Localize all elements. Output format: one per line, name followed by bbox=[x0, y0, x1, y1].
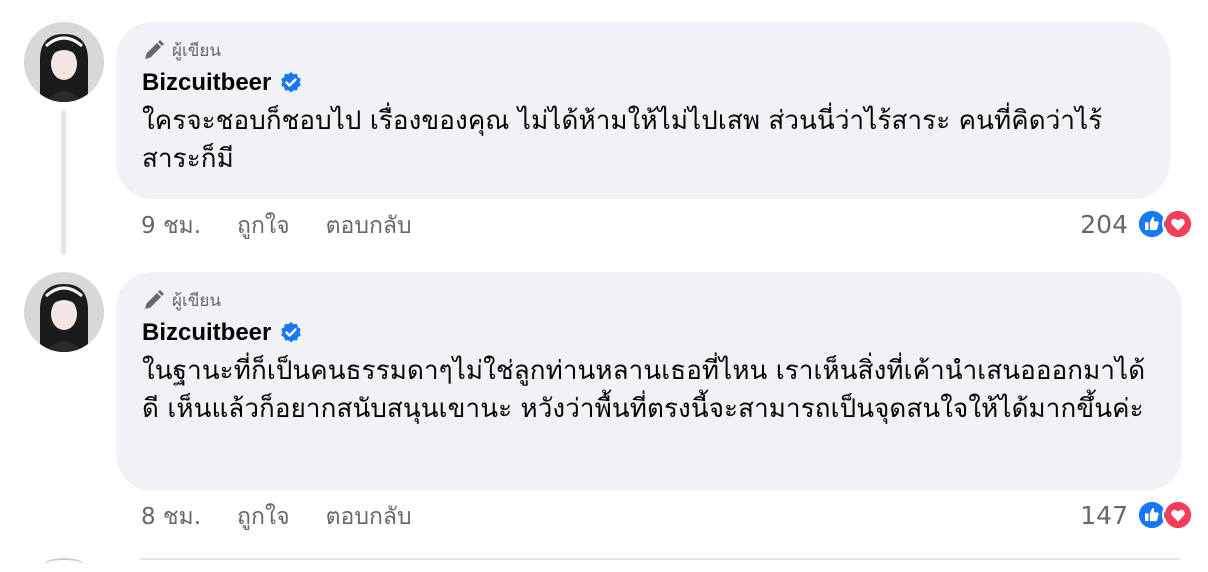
author-badge: ผู้เขียน bbox=[142, 286, 1156, 314]
love-reaction-icon bbox=[1162, 208, 1194, 240]
author-row: Bizcuitbeer bbox=[142, 316, 1156, 350]
pen-icon bbox=[145, 40, 164, 59]
like-button[interactable]: ถูกใจ bbox=[237, 499, 290, 535]
comment-bubble: ผู้เขียน Bizcuitbeer ใครจะชอบก็ชอบไป เรื… bbox=[116, 22, 1170, 199]
comment-bubble: ผู้เขียน Bizcuitbeer ในฐานะที่ก็เป็นคนธร… bbox=[116, 272, 1182, 491]
reaction-summary[interactable]: 204 bbox=[1080, 207, 1194, 241]
comment-actions: 9 ชม. ถูกใจ ตอบกลับ bbox=[141, 210, 448, 242]
author-badge-label: ผู้เขียน bbox=[172, 290, 221, 311]
avatar[interactable] bbox=[24, 22, 104, 102]
author-name[interactable]: Bizcuitbeer bbox=[142, 69, 271, 97]
love-reaction-icon bbox=[1162, 499, 1194, 531]
reaction-count: 204 bbox=[1080, 209, 1128, 239]
reply-button[interactable]: ตอบกลับ bbox=[326, 208, 412, 244]
comment-timestamp[interactable]: 9 ชม. bbox=[141, 208, 201, 244]
avatar-image bbox=[24, 22, 104, 102]
reaction-summary[interactable]: 147 bbox=[1080, 498, 1194, 532]
comment-text: ใครจะชอบก็ชอบไป เรื่องของคุณ ไม่ได้ห้ามใ… bbox=[142, 106, 1103, 174]
author-badge: ผู้เขียน bbox=[142, 36, 1144, 64]
next-comment-peek bbox=[140, 558, 1180, 568]
thread-line bbox=[61, 110, 66, 255]
like-button[interactable]: ถูกใจ bbox=[237, 208, 290, 244]
comment-actions: 8 ชม. ถูกใจ ตอบกลับ bbox=[141, 501, 448, 533]
next-avatar-peek bbox=[44, 558, 84, 572]
author-row: Bizcuitbeer bbox=[142, 66, 1144, 100]
avatar[interactable] bbox=[24, 272, 104, 352]
pen-icon bbox=[145, 290, 164, 309]
comment-text: ในฐานะที่ก็เป็นคนธรรมดาๆไม่ใช่ลูกท่านหลา… bbox=[142, 356, 1146, 424]
author-name[interactable]: Bizcuitbeer bbox=[142, 319, 271, 347]
comment-timestamp[interactable]: 8 ชม. bbox=[141, 499, 201, 535]
author-badge-label: ผู้เขียน bbox=[172, 40, 221, 61]
avatar-image bbox=[24, 272, 104, 352]
verified-badge-icon bbox=[281, 322, 302, 343]
reaction-count: 147 bbox=[1080, 500, 1128, 530]
verified-badge-icon bbox=[281, 72, 302, 93]
reply-button[interactable]: ตอบกลับ bbox=[326, 499, 412, 535]
